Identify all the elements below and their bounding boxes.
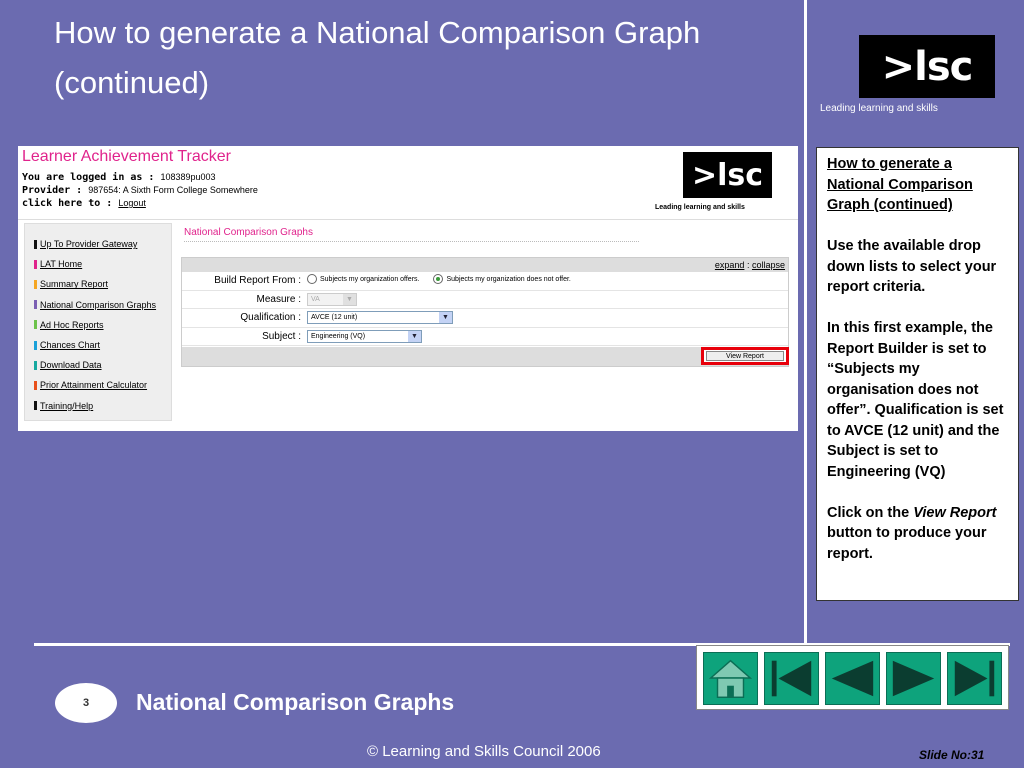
slide-number: Slide No:31 [919, 748, 985, 762]
slide-title: How to generate a National Comparison Gr… [54, 15, 701, 100]
lsc-logo-tagline: Leading learning and skills [820, 103, 938, 114]
measure-value: VA [311, 295, 320, 303]
sidebar-item[interactable]: Ad Hoc Reports [34, 315, 171, 335]
subject-select[interactable]: Engineering (VQ) ▼ [307, 329, 422, 343]
logged-in-label: You are logged in as : [22, 172, 155, 183]
sidebar-item-marker [34, 259, 37, 269]
notes-para-3-prefix: Click on the [827, 504, 914, 521]
first-slide-button[interactable] [764, 652, 819, 705]
build-report-options: Subjects my organization offers. Subject… [307, 274, 571, 284]
radio-does-not-offer[interactable] [433, 274, 444, 284]
notes-para-1: Use the available drop down lists to sel… [827, 238, 997, 295]
sidebar-item[interactable]: National Comparison Graphs [34, 295, 171, 315]
qualification-row: Qualification : AVCE (12 unit) ▼ [182, 309, 788, 328]
app-screenshot: Learner Achievement Tracker You are logg… [18, 146, 798, 431]
view-report-button[interactable]: View Report [706, 351, 784, 361]
measure-row: Measure : VA ▼ [182, 291, 788, 309]
sidebar-item-marker [34, 279, 37, 289]
form-footer [182, 347, 788, 366]
link-separator: : [746, 260, 750, 270]
sidebar-item-label: National Comparison Graphs [40, 299, 157, 310]
sidebar-item-label: Prior Attainment Calculator [40, 380, 148, 391]
radio-offers-label: Subjects my organization offers. [320, 275, 420, 283]
collapse-link[interactable]: collapse [752, 260, 785, 270]
sidebar-nav: Up To Provider Gateway LAT Home Summary Re… [24, 223, 172, 421]
qualification-select[interactable]: AVCE (12 unit) ▼ [307, 311, 453, 324]
sidebar-item[interactable]: Training/Help [34, 396, 171, 416]
sidebar-item[interactable]: Summary Report [34, 274, 171, 294]
slide-navigation [696, 645, 1009, 710]
expand-link[interactable]: expand [715, 260, 745, 270]
previous-slide-icon [831, 660, 874, 697]
footer-title: National Comparison Graphs [136, 689, 455, 715]
next-slide-button[interactable] [886, 652, 941, 705]
home-icon [708, 659, 753, 698]
form-toolbar: expand : collapse [182, 258, 788, 272]
provider-label: Provider : [22, 185, 83, 196]
sidebar-item-marker [34, 320, 37, 330]
last-slide-icon [954, 660, 995, 697]
measure-select[interactable]: VA ▼ [307, 292, 357, 306]
chevron-down-icon: ▼ [408, 330, 421, 342]
sidebar-item-label: Training/Help [40, 400, 94, 411]
logged-in-value: 108389pu003 [160, 172, 216, 182]
section-title: National Comparison Graphs [184, 227, 313, 238]
previous-slide-button[interactable] [825, 652, 880, 705]
chevron-down-icon: ▼ [439, 312, 452, 323]
subject-label: Subject : [262, 330, 301, 342]
sidebar-item[interactable]: LAT Home [34, 254, 171, 274]
header-divider [18, 219, 798, 220]
home-button[interactable] [703, 652, 758, 705]
sidebar-item-label: LAT Home [40, 259, 83, 270]
notes-para-3: Click on the View Report button to produ… [827, 503, 1008, 565]
sidebar-item[interactable]: Chances Chart [34, 335, 171, 355]
next-slide-icon [892, 660, 935, 697]
sidebar-item-marker [34, 380, 37, 390]
sidebar-item-label: Up To Provider Gateway [40, 239, 138, 250]
notes-view-report-emphasis: View Report [913, 504, 997, 521]
slide-badge: 3 [55, 683, 117, 723]
sidebar-item[interactable]: Prior Attainment Calculator [34, 375, 171, 395]
sidebar-item-label: Chances Chart [40, 340, 101, 351]
build-report-label: Build Report From : [214, 275, 301, 286]
sidebar-item-marker [34, 340, 37, 350]
first-slide-icon [771, 660, 812, 697]
qualification-value: AVCE (12 unit) [311, 314, 358, 321]
instructions-panel: How to generate a National Comparison Gr… [816, 147, 1019, 601]
radio-offers[interactable] [307, 274, 317, 284]
notes-para-2: In this first example, the Report Builde… [827, 320, 1004, 480]
section-divider [184, 241, 639, 242]
app-title: Learner Achievement Tracker [22, 148, 231, 165]
report-builder-form: expand : collapse Build Report From : Su… [181, 257, 789, 367]
sidebar-item-marker [34, 300, 37, 310]
login-info: You are logged in as : 108389pu003 Provi… [22, 171, 258, 210]
lsc-logo: >lsc [859, 35, 995, 98]
sidebar-item[interactable]: Download Data [34, 355, 171, 375]
subject-row: Subject : Engineering (VQ) ▼ [182, 328, 788, 346]
sidebar-item-marker [34, 239, 37, 249]
copyright: © Learning and Skills Council 2006 [367, 743, 601, 760]
provider-value: 987654: A Sixth Form College Somewhere [88, 185, 258, 195]
radio-does-not-offer-label: Subjects my organization does not offer. [446, 275, 571, 283]
subject-value: Engineering (VQ) [311, 332, 366, 340]
measure-label: Measure : [256, 293, 301, 305]
view-report-highlight: View Report [701, 347, 789, 365]
sidebar-item-label: Summary Report [40, 279, 109, 290]
vertical-divider [804, 0, 807, 645]
sidebar-item-marker [34, 401, 37, 411]
build-report-row: Build Report From : Subjects my organiza… [182, 272, 788, 291]
chevron-down-icon: ▼ [343, 293, 356, 305]
notes-title: How to generate a National Comparison Gr… [827, 156, 973, 213]
logout-link[interactable]: Logout [118, 198, 146, 208]
app-logo-tagline: Leading learning and skills [655, 204, 745, 211]
click-label: click here to : [22, 198, 113, 209]
sidebar-item-label: Download Data [40, 360, 102, 371]
sidebar-item-marker [34, 360, 37, 370]
sidebar-item-label: Ad Hoc Reports [40, 319, 104, 330]
sidebar-item[interactable]: Up To Provider Gateway [34, 234, 171, 254]
app-lsc-logo: >lsc [683, 152, 772, 198]
qualification-label: Qualification : [240, 312, 301, 323]
notes-para-3-suffix: button to produce your report. [827, 525, 987, 562]
last-slide-button[interactable] [947, 652, 1002, 705]
